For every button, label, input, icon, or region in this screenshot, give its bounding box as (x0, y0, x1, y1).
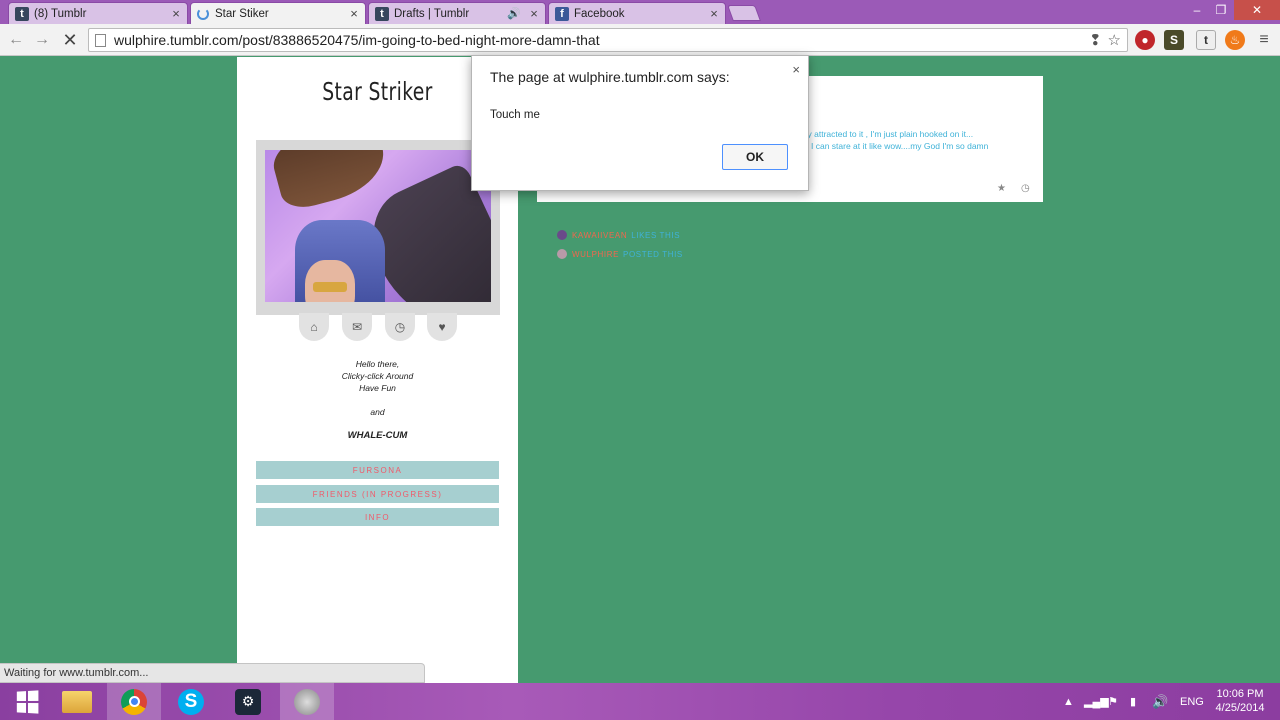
tab-label: (8) Tumblr (34, 7, 87, 20)
avatar-frame (256, 140, 500, 315)
facebook-icon: f (555, 6, 569, 21)
bio-line: Hello there, (355, 359, 400, 369)
tumblr-icon: t (375, 6, 389, 21)
taskbar-audio-app[interactable] (280, 683, 334, 720)
link-friends[interactable]: FRIENDS (IN PROGRESS) (256, 485, 499, 503)
taskbar-steam[interactable]: ⚙ (221, 683, 275, 720)
tab-label: Facebook (574, 7, 625, 20)
tab-tumblr-dashboard[interactable]: t (8) Tumblr × (8, 2, 188, 24)
adblock-icon[interactable]: ● (1135, 30, 1155, 50)
star-icon[interactable]: ★ (997, 183, 1006, 194)
flame-extension-icon[interactable]: ♨ (1225, 30, 1245, 50)
close-window-button[interactable]: ✕ (1234, 0, 1280, 20)
folder-icon (62, 690, 92, 713)
note-user[interactable]: WULPHIRE (572, 250, 619, 259)
clock-time: 10:06 PM (1216, 688, 1264, 700)
show-hidden-icons-button[interactable]: ▲ (1063, 683, 1074, 720)
archive-clock-icon[interactable]: ◷ (385, 313, 415, 341)
post-text-line: ally attracted to it , I'm just plain ho… (799, 129, 974, 139)
note-action: LIKES THIS (631, 230, 681, 240)
browser-toolbar: ← → ✕ wulphire.tumblr.com/post/838865204… (0, 24, 1280, 56)
status-bubble: Waiting for www.tumblr.com... (0, 663, 425, 683)
note-item: WULPHIRE POSTED THIS (557, 249, 683, 259)
skype-icon: S (178, 688, 204, 715)
stop-button[interactable]: ✕ (60, 30, 80, 50)
taskbar-chrome[interactable] (107, 683, 161, 720)
windows-icon (16, 689, 39, 714)
close-icon[interactable]: × (792, 62, 800, 77)
address-bar[interactable]: wulphire.tumblr.com/post/83886520475/im-… (88, 28, 1128, 52)
post-text-line: I can stare at it like wow....my God I'm… (811, 141, 989, 151)
bio-line: Have Fun (359, 383, 396, 393)
url-text: wulphire.tumblr.com/post/83886520475/im-… (114, 32, 600, 48)
steam-icon: ⚙ (235, 688, 261, 715)
bio-line: Clicky-click Around (341, 371, 414, 381)
close-icon[interactable]: × (169, 6, 183, 21)
note-avatar (557, 230, 567, 240)
taskbar-skype[interactable]: S (164, 683, 218, 720)
tab-label: Drafts | Tumblr (394, 7, 470, 20)
tab-star-stiker[interactable]: Star Stiker × (190, 2, 366, 24)
close-icon[interactable]: × (707, 6, 721, 21)
note-avatar (557, 249, 567, 259)
tab-facebook[interactable]: f Facebook × (548, 2, 726, 24)
bookmark-star-icon[interactable]: ☆ (1108, 31, 1121, 49)
back-button[interactable]: ← (6, 30, 26, 50)
close-icon[interactable]: × (527, 6, 541, 21)
speaker-app-icon (294, 688, 320, 715)
bio-and: and (370, 407, 385, 417)
start-button[interactable] (0, 683, 54, 720)
volume-icon[interactable]: 🔊 (1152, 683, 1168, 720)
network-icon[interactable]: ▂▄▆ (1084, 683, 1109, 720)
mail-icon[interactable]: ✉ (342, 313, 372, 341)
clock-date: 4/25/2014 (1215, 702, 1265, 714)
taskbar-file-explorer[interactable] (50, 683, 104, 720)
chrome-icon (121, 688, 147, 715)
bio-bold: WHALE-CUM (347, 430, 408, 441)
home-icon[interactable]: ⌂ (299, 313, 329, 341)
dialog-message: Touch me (490, 109, 540, 121)
page-icon (95, 33, 106, 47)
link-fursona[interactable]: FURSONA (256, 461, 499, 479)
language-indicator[interactable]: ENG (1180, 683, 1204, 720)
new-tab-button[interactable] (727, 5, 761, 21)
tab-label: Star Stiker (215, 7, 269, 20)
tab-drafts[interactable]: t Drafts | Tumblr 🔊 × (368, 2, 546, 24)
menu-icon[interactable]: ≡ (1254, 30, 1274, 50)
power-icon[interactable]: ▮ (1130, 683, 1136, 720)
link-info[interactable]: INFO (256, 508, 499, 526)
note-action: POSTED THIS (623, 249, 683, 259)
dialog-title: The page at wulphire.tumblr.com says: (490, 69, 730, 85)
restore-button[interactable]: ❐ (1210, 0, 1232, 20)
speaker-icon: 🔊 (507, 8, 521, 20)
forward-button[interactable]: → (32, 30, 52, 50)
blog-title[interactable]: Star Striker (272, 77, 483, 106)
alert-dialog: The page at wulphire.tumblr.com says: × … (471, 55, 809, 191)
note-user[interactable]: KAWAIIVEAN (572, 231, 627, 240)
clock-icon[interactable]: ◷ (1021, 183, 1030, 194)
close-icon[interactable]: × (347, 6, 361, 21)
note-item: KAWAIIVEAN LIKES THIS (557, 230, 680, 240)
blog-avatar-image (265, 150, 491, 302)
ok-button[interactable]: OK (722, 144, 788, 170)
tumblr-extension-icon[interactable]: t (1196, 30, 1216, 50)
tab-strip: t (8) Tumblr × Star Stiker × t Drafts | … (0, 0, 1280, 24)
action-center-flag-icon[interactable]: ⚑ (1108, 683, 1118, 720)
loading-spinner-icon (197, 7, 209, 20)
tumblr-icon: t (15, 6, 29, 21)
location-icon[interactable]: ❢ (1089, 31, 1102, 49)
clock[interactable]: 10:06 PM 4/25/2014 (1210, 687, 1270, 715)
extension-icon[interactable]: S (1164, 30, 1184, 50)
minimize-button[interactable]: – (1186, 0, 1208, 20)
taskbar: S ⚙ ▲ ▂▄▆ ⚑ ▮ 🔊 ENG 10:06 PM 4/25/2014 (0, 683, 1280, 720)
heart-icon[interactable]: ♥ (427, 313, 457, 341)
